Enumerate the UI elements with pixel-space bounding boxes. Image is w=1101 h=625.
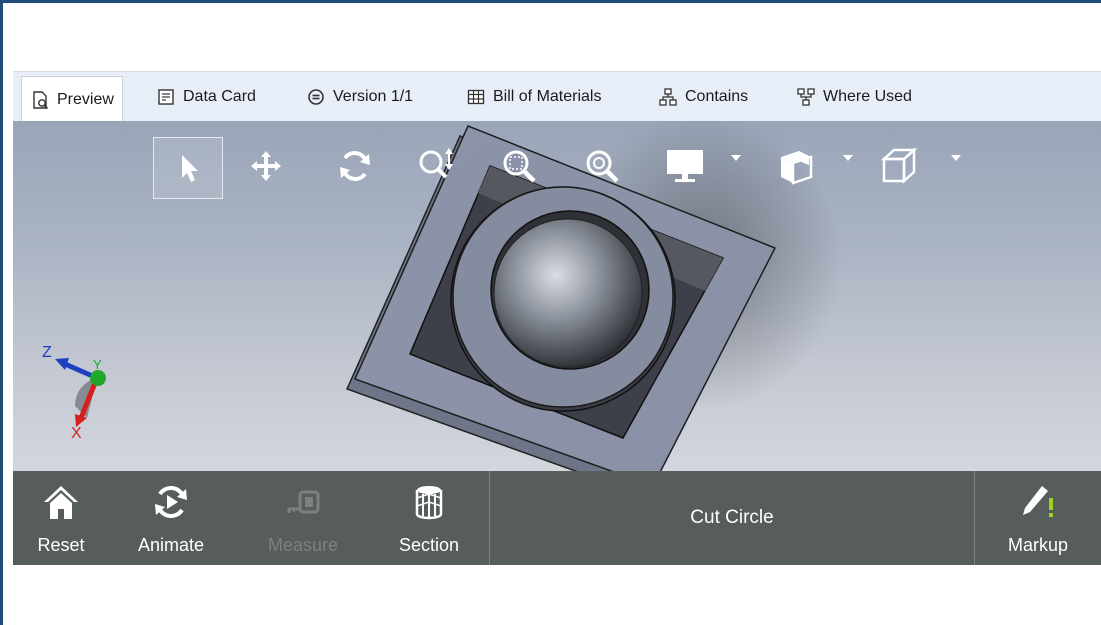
tab-preview[interactable]: Preview <box>21 76 123 122</box>
standard-views-button[interactable] <box>869 136 929 196</box>
select-tool-button[interactable] <box>153 137 223 199</box>
tab-version[interactable]: Version 1/1 <box>298 77 421 117</box>
triad-y-label: Y <box>93 357 102 372</box>
display-style-icon <box>667 150 703 182</box>
section-label: Section <box>398 535 460 555</box>
animate-icon <box>155 486 187 518</box>
display-style-dropdown-icon[interactable] <box>731 155 741 161</box>
select-arrow-icon <box>182 155 198 182</box>
tab-data-card[interactable]: Data Card <box>148 77 264 117</box>
rotate-icon <box>340 151 370 181</box>
markup-button[interactable]: Markup <box>998 471 1078 565</box>
zoom-to-area-icon <box>503 150 536 183</box>
model-viewport[interactable]: Z Y X <box>13 121 1101 471</box>
section-button[interactable]: Section <box>389 471 469 565</box>
pan-icon <box>251 151 281 181</box>
tab-bill-of-materials[interactable]: Bill of Materials <box>458 77 609 117</box>
home-icon <box>44 486 78 519</box>
rotate-tool-button[interactable] <box>325 136 385 196</box>
measure-label: Measure <box>267 535 339 555</box>
divider <box>974 471 975 565</box>
view-orientation-dropdown-icon[interactable] <box>843 155 853 161</box>
contains-icon <box>659 88 677 106</box>
standard-views-icon <box>880 147 918 184</box>
tab-label: Where Used <box>823 88 912 105</box>
animate-button[interactable]: Animate <box>129 471 213 565</box>
tab-contains[interactable]: Contains <box>650 77 756 117</box>
view-orientation-icon <box>781 151 813 185</box>
tab-label: Data Card <box>183 88 256 105</box>
display-style-button[interactable] <box>655 136 715 196</box>
data-card-icon <box>158 89 174 105</box>
reset-button[interactable]: Reset <box>29 471 93 565</box>
tab-bar: Preview Data Card Version 1/1 Bill of Ma… <box>13 71 1101 122</box>
zoom-tool-button[interactable] <box>406 136 466 196</box>
viewer-command-bar: Reset Animate Measure Section Cut Circle… <box>13 471 1101 565</box>
measure-icon <box>287 490 320 514</box>
zoom-to-fit-button[interactable] <box>573 136 633 196</box>
standard-views-dropdown-icon[interactable] <box>951 155 961 161</box>
markup-pencil-icon <box>1023 486 1053 517</box>
section-icon <box>415 486 443 520</box>
preview-icon <box>33 90 49 109</box>
zoom-icon <box>419 148 453 179</box>
tab-label: Version 1/1 <box>333 88 414 105</box>
reset-label: Reset <box>37 535 85 555</box>
tab-label: Preview <box>57 90 114 108</box>
where-used-icon <box>797 88 815 106</box>
animate-label: Animate <box>137 535 205 555</box>
measure-button[interactable]: Measure <box>258 471 348 565</box>
bill-of-materials-icon <box>467 89 485 105</box>
view-orientation-button[interactable] <box>766 136 826 196</box>
version-icon <box>308 89 324 105</box>
tab-label: Contains <box>685 88 749 105</box>
triad-x-label: X <box>71 425 82 441</box>
markup-label: Markup <box>1007 535 1069 555</box>
tab-label: Bill of Materials <box>493 88 602 105</box>
zoom-to-area-button[interactable] <box>490 136 550 196</box>
configuration-name[interactable]: Cut Circle <box>490 471 974 565</box>
zoom-to-fit-icon <box>586 150 619 183</box>
tab-where-used[interactable]: Where Used <box>788 77 920 117</box>
orientation-triad: Z Y X <box>42 344 106 441</box>
triad-z-label: Z <box>42 344 52 361</box>
pan-tool-button[interactable] <box>236 136 296 196</box>
